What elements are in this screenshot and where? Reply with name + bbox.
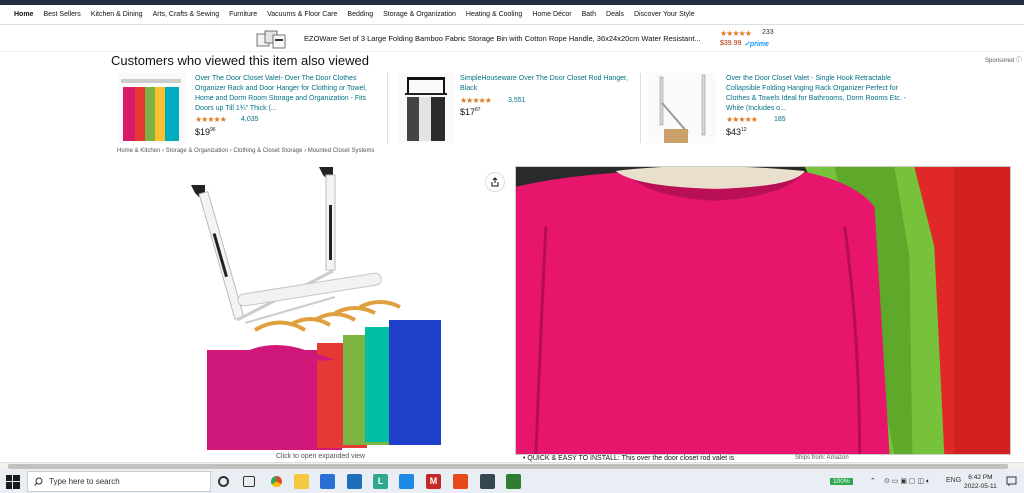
main-product-image[interactable] <box>185 165 455 455</box>
related-product-rating-count[interactable]: 185 <box>774 116 786 123</box>
card-divider <box>640 73 641 143</box>
ad-rating-stars[interactable]: ★★★★★ <box>720 29 752 38</box>
category-nav: Home Best Sellers Kitchen & Dining Arts, Cr… <box>0 5 1024 25</box>
related-product-price: $4312 <box>726 127 747 137</box>
windows-start-icon[interactable] <box>6 475 20 489</box>
related-product-rating-count[interactable]: 3,551 <box>508 97 526 104</box>
language-indicator[interactable]: ENG <box>946 477 961 484</box>
prime-badge: ✓prime <box>744 41 769 48</box>
sponsored-ad-bar[interactable]: EZOWare Set of 3 Large Folding Bamboo Fa… <box>0 26 1024 52</box>
related-product-title[interactable]: SimpleHouseware Over The Door Closet Rod… <box>460 74 645 94</box>
customers-also-viewed-heading: Customers who viewed this item also view… <box>111 53 369 68</box>
nav-item[interactable]: Storage & Organization <box>383 11 456 18</box>
windows-taskbar: Type here to search L M 100% ⌃ ⊙ ▭ ▣ ▢ ◫… <box>0 470 1024 493</box>
nav-item[interactable]: Bedding <box>347 11 373 18</box>
share-button[interactable] <box>485 172 505 192</box>
nav-item[interactable]: Deals <box>606 11 624 18</box>
app-green-icon[interactable] <box>506 474 521 489</box>
feature-bullet: • QUICK & EASY TO INSTALL: This over the… <box>523 455 735 462</box>
related-product-card[interactable]: Over The Door Closet Valet- Over The Doo… <box>117 73 382 145</box>
system-clock[interactable]: 6:42 PM 2022-05-11 <box>964 473 997 491</box>
nav-item[interactable]: Kitchen & Dining <box>91 11 143 18</box>
ad-rating-count[interactable]: 233 <box>762 29 774 36</box>
nav-item[interactable]: Home <box>14 11 33 18</box>
ad-title-link[interactable]: EZOWare Set of 3 Large Folding Bamboo Fa… <box>304 34 701 43</box>
nav-item[interactable]: Home Décor <box>532 11 571 18</box>
related-product-stars[interactable]: ★★★★★ <box>460 96 492 105</box>
ships-from: Ships from: Amazon <box>795 455 849 461</box>
show-hidden-icons[interactable]: ⌃ <box>870 477 876 485</box>
mail-icon[interactable] <box>347 474 362 489</box>
zoom-preview-pane <box>515 166 1011 455</box>
clock-date: 2022-05-11 <box>964 483 997 490</box>
nav-item[interactable]: Furniture <box>229 11 257 18</box>
app-l-icon[interactable]: L <box>373 474 388 489</box>
tray-icons[interactable]: ⊙ ▭ ▣ ▢ ◫ 🔈︎ <box>884 477 930 486</box>
file-explorer-icon[interactable] <box>294 474 309 489</box>
related-product-stars[interactable]: ★★★★★ <box>195 115 227 124</box>
horizontal-scrollbar[interactable] <box>0 462 1024 470</box>
app-blue-icon[interactable] <box>399 474 414 489</box>
office-icon[interactable] <box>453 474 468 489</box>
product-thumbnail[interactable] <box>648 73 716 143</box>
related-product-card[interactable]: Over the Door Closet Valet - Single Hook… <box>648 73 908 145</box>
related-product-title[interactable]: Over the Door Closet Valet - Single Hook… <box>726 74 911 114</box>
store-icon[interactable] <box>320 474 335 489</box>
product-thumbnail[interactable] <box>117 73 185 143</box>
search-placeholder: Type here to search <box>49 477 120 486</box>
product-thumbnail[interactable] <box>392 73 460 143</box>
nav-item[interactable]: Discover Your Style <box>634 11 695 18</box>
mcafee-icon[interactable]: M <box>426 474 441 489</box>
sponsored-label[interactable]: Sponsored ⓘ <box>985 55 1022 64</box>
cortana-icon[interactable] <box>218 476 229 487</box>
ad-price: $39.99 <box>720 40 742 47</box>
related-product-card[interactable]: SimpleHouseware Over The Door Closet Rod… <box>382 73 647 145</box>
nav-item[interactable]: Heating & Cooling <box>466 11 522 18</box>
expand-image-hint: Click to open expanded view <box>276 453 366 460</box>
related-product-price: $1996 <box>195 127 216 137</box>
storage-bin-image[interactable] <box>255 28 287 50</box>
nav-item[interactable]: Best Sellers <box>43 11 80 18</box>
related-product-stars[interactable]: ★★★★★ <box>726 115 758 124</box>
search-icon <box>34 477 43 486</box>
nav-item[interactable]: Bath <box>582 11 596 18</box>
share-icon <box>491 177 499 187</box>
related-product-price: $1787 <box>460 107 481 117</box>
chrome-icon[interactable] <box>269 474 284 489</box>
task-view-icon[interactable] <box>243 476 255 487</box>
notification-icon[interactable] <box>1006 476 1017 487</box>
nav-item[interactable]: Vacuums & Floor Care <box>267 11 337 18</box>
related-product-rating-count[interactable]: 4,035 <box>241 116 259 123</box>
clock-time: 6:42 PM <box>968 474 993 481</box>
app-dark-icon[interactable] <box>480 474 495 489</box>
nav-item[interactable]: Arts, Crafts & Sewing <box>153 11 220 18</box>
breadcrumb[interactable]: Home & Kitchen › Storage & Organization … <box>117 148 374 154</box>
scrollbar-thumb[interactable] <box>8 464 1008 469</box>
taskbar-search-box[interactable]: Type here to search <box>27 471 211 492</box>
battery-indicator[interactable]: 100% <box>830 478 853 485</box>
related-product-title[interactable]: Over The Door Closet Valet- Over The Doo… <box>195 74 380 114</box>
